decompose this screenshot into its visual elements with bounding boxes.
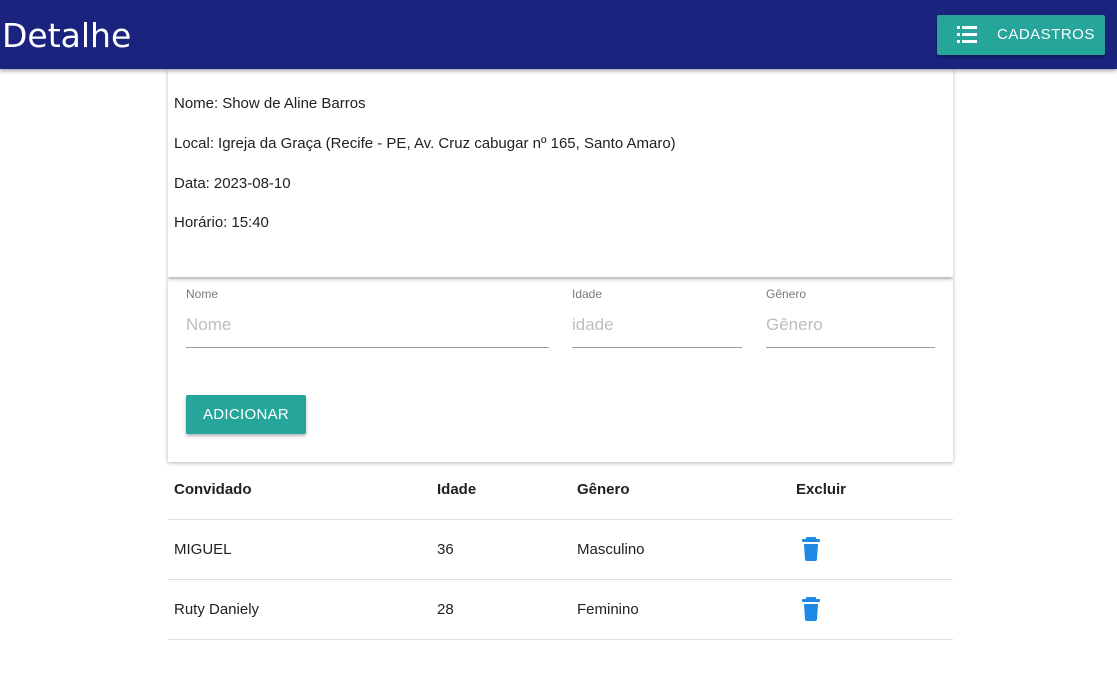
event-name-label: Nome: [174, 95, 219, 112]
cadastros-button[interactable]: CADASTROS [937, 15, 1105, 55]
guest-gender-input[interactable] [766, 315, 935, 348]
page-title: Detalhe [2, 16, 132, 55]
table-row: Ruty Daniely 28 Feminino [168, 579, 953, 640]
guest-age-cell: 36 [431, 519, 571, 580]
column-header-guest: Convidado [168, 461, 431, 520]
event-date-label: Data: [174, 175, 210, 192]
event-details-card: Nome: Show de Aline Barros Local: Igreja d… [168, 69, 953, 277]
add-guest-form: Nome Idade Gênero ADICIONAR [168, 279, 953, 462]
event-name-value: Show de Aline Barros [222, 95, 366, 112]
guest-age-field: Idade [572, 287, 742, 348]
guest-age-cell: 28 [431, 579, 571, 640]
top-app-bar: Detalhe CADASTROS [0, 0, 1117, 69]
guest-name-cell: MIGUEL [168, 519, 431, 580]
event-location-label: Local: [174, 135, 215, 152]
guest-table: Convidado Idade Gênero Excluir MIGUEL 36… [168, 461, 953, 640]
table-header-row: Convidado Idade Gênero Excluir [168, 461, 953, 520]
guest-name-input[interactable] [186, 315, 549, 348]
add-guest-button[interactable]: ADICIONAR [186, 395, 306, 434]
event-time: Horário: 15:40 [174, 214, 269, 231]
event-location-value: Igreja da Graça (Recife - PE, Av. Cruz c… [218, 135, 676, 152]
column-header-age: Idade [431, 461, 571, 520]
delete-cell [790, 519, 953, 580]
trash-icon[interactable] [800, 597, 822, 621]
guest-gender-label: Gênero [766, 287, 807, 301]
event-date-value: 2023-08-10 [213, 175, 291, 192]
list-icon [957, 26, 977, 43]
trash-icon[interactable] [800, 537, 822, 561]
column-header-delete: Excluir [790, 461, 953, 520]
event-location: Local: Igreja da Graça (Recife - PE, Av. … [174, 135, 676, 152]
guest-name-field: Nome [186, 287, 549, 348]
guest-name-label: Nome [186, 287, 219, 301]
guest-gender-field: Gênero [766, 287, 935, 348]
event-name: Nome: Show de Aline Barros [174, 95, 366, 112]
cadastros-button-label: CADASTROS [997, 26, 1095, 43]
event-time-value: 15:40 [231, 214, 269, 231]
guest-age-input[interactable] [572, 315, 742, 348]
guest-name-cell: Ruty Daniely [168, 579, 431, 640]
guest-gender-cell: Feminino [571, 579, 790, 640]
event-date: Data: 2023-08-10 [174, 175, 291, 192]
guest-gender-cell: Masculino [571, 519, 790, 580]
column-header-gender: Gênero [571, 461, 790, 520]
delete-cell [790, 579, 953, 640]
table-row: MIGUEL 36 Masculino [168, 519, 953, 580]
event-time-label: Horário: [174, 214, 228, 231]
guest-age-label: Idade [572, 287, 603, 301]
